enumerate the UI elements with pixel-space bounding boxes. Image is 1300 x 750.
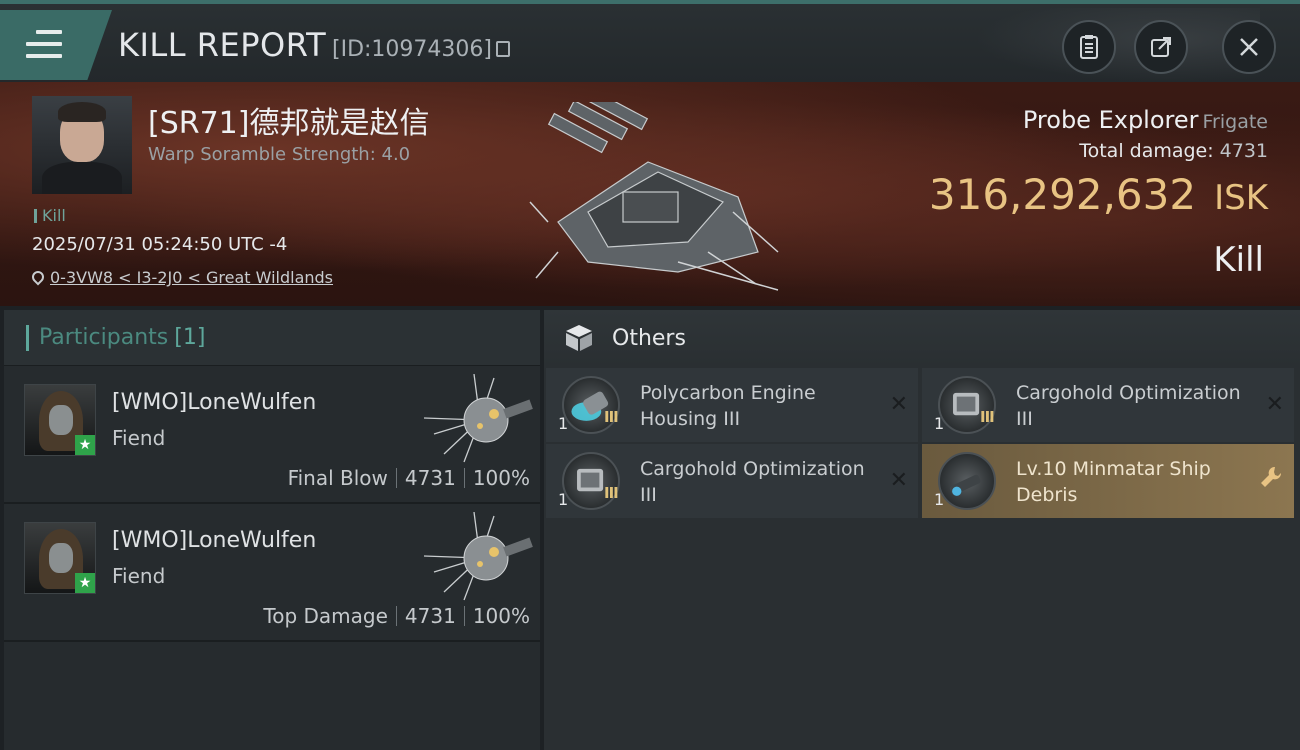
participant-name: [WMO]LoneWulfen [112,528,317,553]
item-slot[interactable]: 1 III Polycarbon Engine Housing III ✕ [546,368,918,442]
item-name: Polycarbon Engine Housing III [640,382,816,430]
victim-subtitle: Warp Soramble Strength: 4.0 [148,144,411,165]
victim-portrait[interactable] [32,96,132,194]
participants-count: [1] [174,325,206,350]
close-icon [1240,38,1258,56]
star-icon: ★ [75,435,95,455]
item-name: Cargohold Optimization III [640,458,865,506]
item-slot[interactable]: 1 Lv.10 Minmatar Ship Debris [922,444,1294,518]
participant-avatar[interactable]: ★ [24,384,96,456]
report-id-text: [ID:10974306] [332,37,492,62]
participant-damage: 4731 [404,604,456,628]
menu-button[interactable] [0,10,112,80]
report-id[interactable]: [ID:10974306] [332,37,510,62]
participant-percent: 100% [472,466,530,490]
destroyed-icon: ✕ [889,468,908,493]
copy-icon[interactable] [495,41,510,57]
item-tier: III [980,408,995,426]
participants-label: Participants [39,325,169,350]
close-button[interactable] [1222,20,1276,74]
item-quantity: 1 [558,414,569,433]
item-name: Cargohold Optimization III [1016,382,1241,430]
total-damage-label: Total damage: [1079,140,1214,162]
item-tier: III [604,484,619,502]
others-tab[interactable]: Others [544,310,1300,366]
participant-damage: 4731 [404,466,456,490]
item-slot[interactable]: 1 III Cargohold Optimization III ✕ [546,444,918,518]
kill-timestamp: 2025/07/31 05:24:50 UTC -4 [32,234,288,255]
isk-value: 316,292,632 ISK [929,170,1268,219]
tab-accent-bar [26,324,29,351]
total-damage-value: 4731 [1219,140,1268,162]
participant-percent: 100% [472,604,530,628]
participant-role: Final Blow [287,466,388,490]
participant-stats: Final Blow 4731 100% [288,466,530,490]
kill-tag: Kill [34,206,66,225]
page-title: KILL REPORT [118,26,327,64]
wrench-icon[interactable] [1258,464,1284,490]
debris-icon [938,452,996,510]
item-quantity: 1 [558,490,569,509]
participant-stats: Top Damage 4731 100% [263,604,530,628]
destroyed-icon: ✕ [889,392,908,417]
item-name: Lv.10 Minmatar Ship Debris [1016,458,1211,506]
item-quantity: 1 [934,414,945,433]
isk-unit: ISK [1214,178,1268,218]
total-damage: Total damage: 4731 [1079,140,1268,162]
header-bar: KILL REPORT [ID:10974306] [0,0,1300,86]
participant-avatar[interactable]: ★ [24,522,96,594]
isk-amount: 316,292,632 [928,170,1197,219]
share-icon [1151,37,1171,57]
others-panel: Others 1 III Polycarbon Engine Housing I… [544,310,1300,750]
clipboard-icon [1080,35,1098,59]
participant-ship-image [424,374,533,463]
participant-ship: Fiend [112,426,166,450]
kill-result: Kill [1213,240,1264,280]
ship-name: Probe Explorer [1022,106,1199,134]
share-button[interactable] [1134,20,1188,74]
location-link[interactable]: 0-3VW8 < I3-2J0 < Great Wildlands [50,268,333,287]
ship-class: Frigate [1202,111,1268,133]
destroyed-icon: ✕ [1265,392,1284,417]
participant-name: [WMO]LoneWulfen [112,390,317,415]
menu-icon [26,30,62,60]
cube-icon [566,325,592,351]
victim-ship-image [529,102,779,291]
participants-tab[interactable]: Participants [1] [4,310,540,366]
participants-panel: Participants [1] ★ [WMO]LoneWulfen Fiend… [4,310,540,750]
participant-row[interactable]: ★ [WMO]LoneWulfen Fiend Final Blow 4731 10… [4,366,540,504]
item-tier: III [604,408,619,426]
clipboard-button[interactable] [1062,20,1116,74]
participant-ship: Fiend [112,564,166,588]
participant-ship-image [424,512,533,601]
victim-name[interactable]: [SR71]德邦就是赵信 [148,98,429,142]
others-label: Others [612,325,686,351]
star-icon: ★ [75,573,95,593]
participant-row[interactable]: ★ [WMO]LoneWulfen Fiend Top Damage 4731 10… [4,504,540,642]
location-pin-icon [29,268,47,286]
kill-location[interactable]: 0-3VW8 < I3-2J0 < Great Wildlands [29,268,333,287]
victim-banner: [SR71]德邦就是赵信 Warp Soramble Strength: 4.0… [0,82,1300,306]
item-quantity: 1 [934,490,945,509]
item-slot[interactable]: 1 III Cargohold Optimization III ✕ [922,368,1294,442]
ship-type[interactable]: Probe Explorer Frigate [1023,106,1268,134]
participant-role: Top Damage [263,604,388,628]
